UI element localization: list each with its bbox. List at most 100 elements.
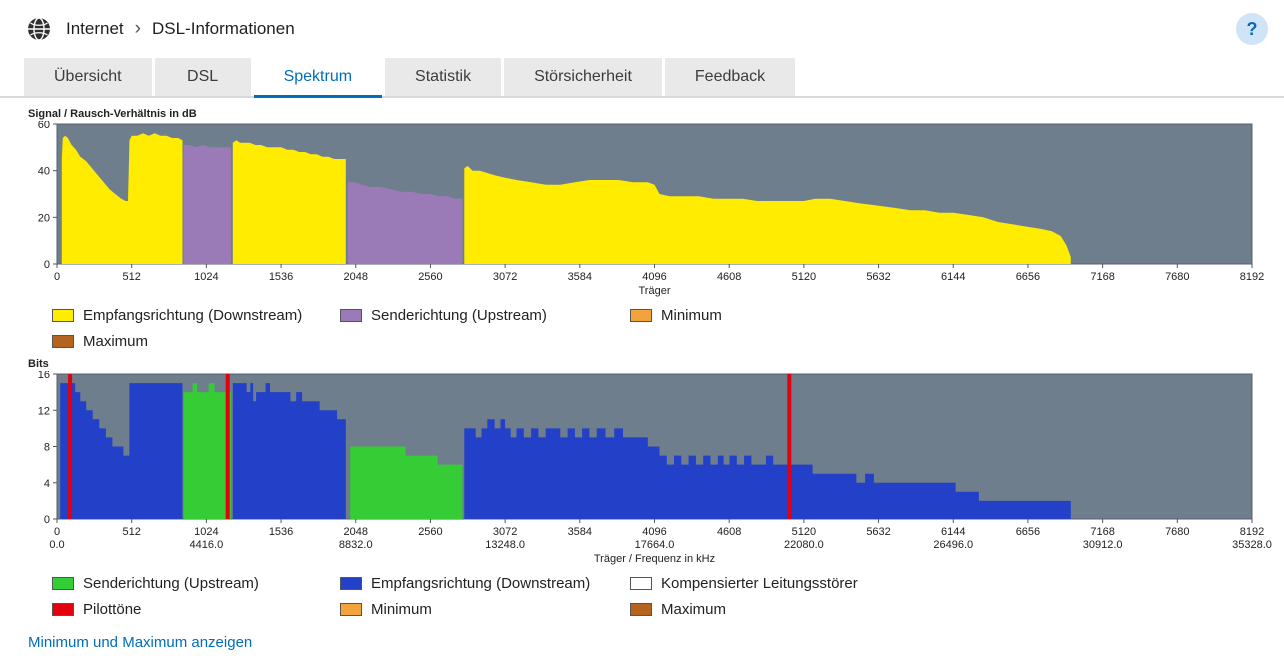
svg-text:5120: 5120 [792,271,816,283]
downstream-color-swatch [340,577,362,590]
svg-text:3072: 3072 [493,271,517,283]
spectrum-content: Signal / Rausch-Verhältnis in dB 0 512 102… [0,98,1284,652]
legend-label: Kompensierter Leitungsstörer [661,575,858,592]
help-button[interactable]: ? [1236,13,1268,45]
maximum-color-swatch [630,603,652,616]
svg-text:5632: 5632 [866,526,890,538]
svg-text:0: 0 [44,259,50,271]
svg-text:5632: 5632 [866,271,890,283]
minimum-color-swatch [340,603,362,616]
legend-item-downstream: Empfangsrichtung (Downstream) [340,574,630,593]
bits-chart-title: Bits [28,358,49,370]
svg-text:4096: 4096 [642,526,666,538]
breadcrumb-separator-icon: › [134,18,141,39]
tab-feedback[interactable]: Feedback [664,58,796,96]
svg-text:1024: 1024 [194,271,218,283]
legend-item-upstream: Senderichtung (Upstream) [52,574,340,593]
svg-text:1536: 1536 [269,271,293,283]
bits-chart: 00.0512 10244416.01536 20488832.02560 30721… [38,371,1272,551]
legend-item-minimum: Minimum [340,600,630,619]
svg-text:4608: 4608 [717,271,741,283]
svg-text:0: 0 [54,526,60,538]
svg-text:3584: 3584 [568,526,592,538]
svg-text:512: 512 [123,271,141,283]
svg-text:16: 16 [38,371,50,381]
svg-text:2048: 2048 [344,271,368,283]
snr-chart: 0 512 1024 1536 2048 2560 3072 3584 4096 4608 5120… [38,121,1264,283]
svg-text:4416.0: 4416.0 [190,539,224,551]
downstream-color-swatch [52,309,74,322]
svg-text:40: 40 [38,166,50,178]
svg-text:17664.0: 17664.0 [635,539,675,551]
tab-statistik[interactable]: Statistik [385,58,502,96]
breadcrumb-section[interactable]: Internet [66,19,124,39]
internet-globe-icon [26,16,52,42]
svg-text:6656: 6656 [1016,271,1040,283]
snr-legend: Empfangsrichtung (Downstream) Sendericht… [52,306,1284,351]
show-min-max-link[interactable]: Minimum und Maximum anzeigen [28,634,252,651]
svg-text:8192: 8192 [1240,526,1264,538]
legend-item-downstream: Empfangsrichtung (Downstream) [52,306,340,325]
tab-bar: Übersicht DSL Spektrum Statistik Störsic… [0,58,1284,98]
legend-label: Minimum [371,601,432,618]
legend-label: Pilottöne [83,601,142,618]
svg-text:2560: 2560 [418,526,442,538]
svg-text:6144: 6144 [941,526,965,538]
pilottoene-color-swatch [52,603,74,616]
bits-x-axis-caption: Träger / Frequenz in kHz [593,553,716,565]
svg-text:8832.0: 8832.0 [339,539,373,551]
svg-text:2560: 2560 [418,271,442,283]
svg-text:4: 4 [44,478,50,490]
legend-label: Empfangsrichtung (Downstream) [83,307,303,324]
svg-text:6656: 6656 [1016,526,1040,538]
maximum-color-swatch [52,335,74,348]
svg-text:6144: 6144 [941,271,965,283]
header: Internet › DSL-Informationen ? [0,0,1284,58]
minimum-color-swatch [630,309,652,322]
svg-text:26496.0: 26496.0 [933,539,973,551]
svg-text:3072: 3072 [493,526,517,538]
svg-text:13248.0: 13248.0 [485,539,525,551]
snr-chart-title: Signal / Rausch-Verhältnis in dB [28,108,197,120]
svg-text:5120: 5120 [792,526,816,538]
svg-text:7680: 7680 [1165,271,1189,283]
svg-text:20: 20 [38,212,50,224]
svg-text:4608: 4608 [717,526,741,538]
legend-item-maximum: Maximum [52,332,340,351]
svg-text:4096: 4096 [642,271,666,283]
legend-item-leitungsstoerer: Kompensierter Leitungsstörer [630,574,858,593]
svg-text:0.0: 0.0 [49,539,64,551]
svg-text:512: 512 [123,526,141,538]
legend-label: Senderichtung (Upstream) [371,307,547,324]
svg-text:12: 12 [38,405,50,417]
upstream-color-swatch [340,309,362,322]
svg-text:30912.0: 30912.0 [1083,539,1123,551]
svg-text:60: 60 [38,121,50,131]
legend-label: Maximum [83,333,149,350]
svg-text:2048: 2048 [344,526,368,538]
svg-text:3584: 3584 [568,271,592,283]
svg-text:8: 8 [44,442,50,454]
snr-x-axis-caption: Träger [638,285,671,297]
svg-text:1024: 1024 [194,526,218,538]
svg-text:22080.0: 22080.0 [784,539,824,551]
legend-item-minimum: Minimum [630,306,722,325]
svg-text:1536: 1536 [269,526,293,538]
tab-stoersicherheit[interactable]: Störsicherheit [504,58,662,96]
bits-legend: Senderichtung (Upstream) Empfangsrichtun… [52,574,1284,619]
svg-text:0: 0 [44,514,50,526]
tab-uebersicht[interactable]: Übersicht [24,58,152,96]
upstream-color-swatch [52,577,74,590]
svg-text:0: 0 [54,271,60,283]
legend-item-upstream: Senderichtung (Upstream) [340,306,630,325]
legend-item-pilottoene: Pilottöne [52,600,340,619]
tab-dsl[interactable]: DSL [154,58,251,96]
legend-label: Maximum [661,601,727,618]
breadcrumb-page-title: DSL-Informationen [151,19,295,38]
svg-text:7168: 7168 [1090,526,1114,538]
svg-text:35328.0: 35328.0 [1232,539,1272,551]
legend-label: Senderichtung (Upstream) [83,575,259,592]
tab-spektrum[interactable]: Spektrum [253,58,383,98]
svg-text:7680: 7680 [1165,526,1189,538]
legend-label: Empfangsrichtung (Downstream) [371,575,591,592]
